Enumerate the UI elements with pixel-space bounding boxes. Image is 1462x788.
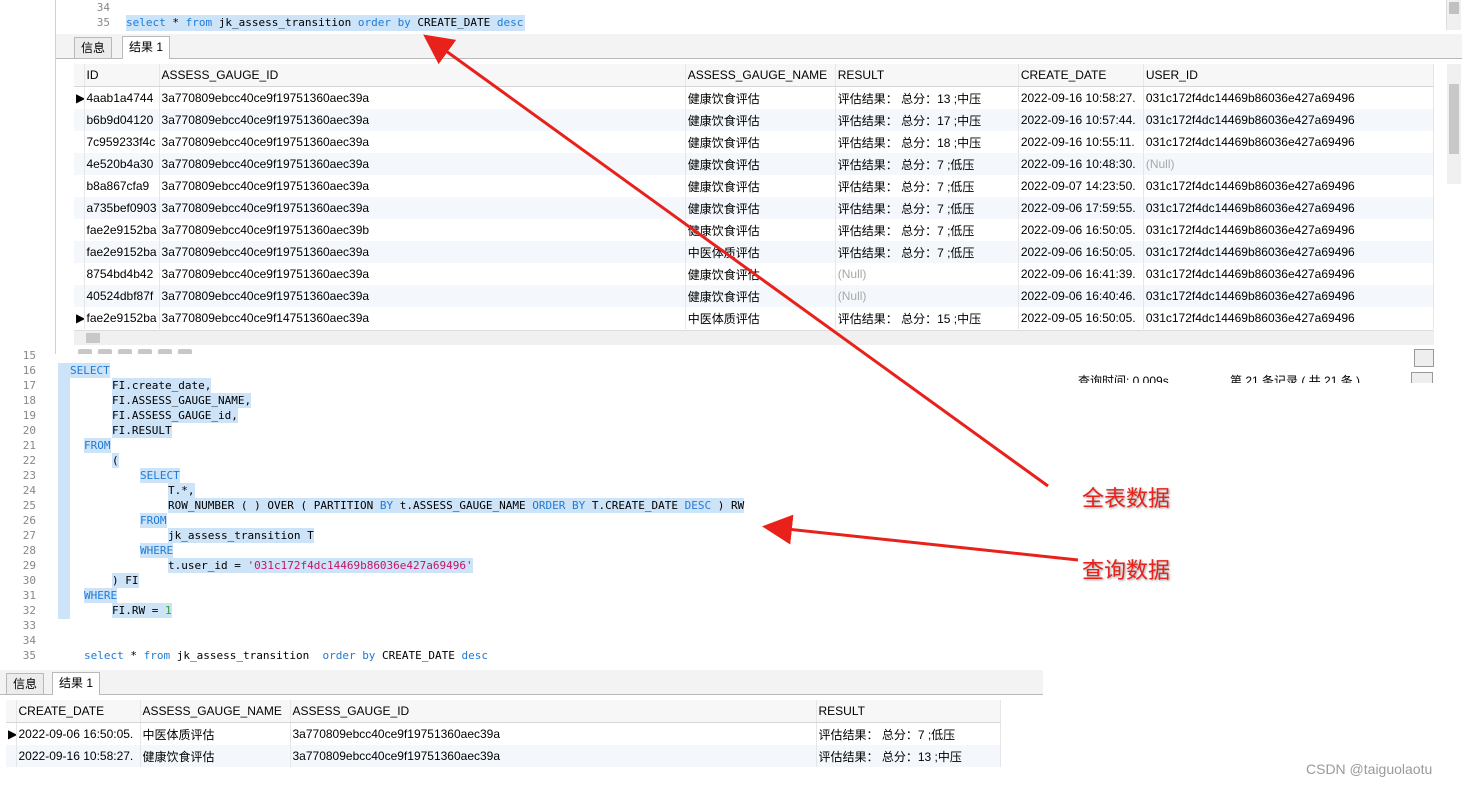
full-table-arrow xyxy=(423,34,1049,488)
annotation-arrows xyxy=(423,34,1079,562)
query-data-label: 查询数据 xyxy=(1082,559,1171,584)
full-table-label: 全表数据 xyxy=(1082,487,1171,512)
query-data-arrow xyxy=(762,514,1079,562)
watermark: CSDN @taiguolaotu xyxy=(1306,761,1433,777)
